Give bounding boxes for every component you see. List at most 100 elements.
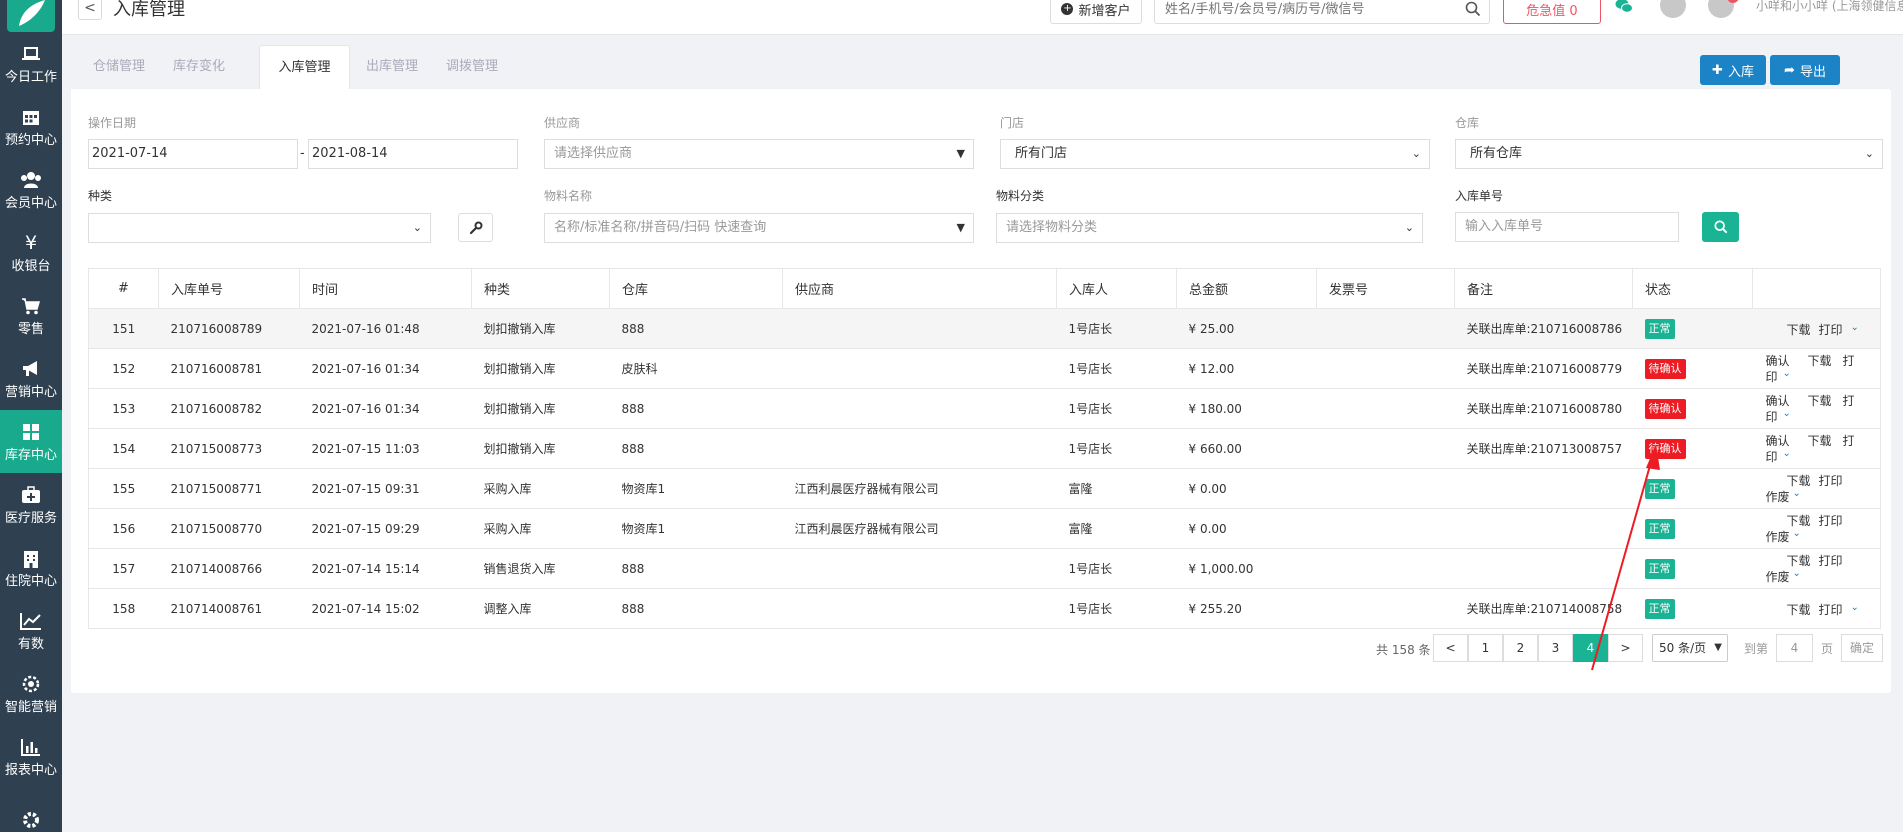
sidebar-item-users[interactable]: 会员中心 [0, 158, 62, 221]
col-kind: 种类 [471, 268, 610, 309]
print-link[interactable]: 打印 [1819, 512, 1843, 529]
goto-confirm-button[interactable]: 确定 [1841, 634, 1883, 662]
material-search[interactable]: 名称/标准名称/拼音码/扫码 快速查询 ▼ [544, 213, 974, 243]
store-select[interactable]: 所有门店 ⌄ [1000, 139, 1430, 169]
download-link[interactable]: 下载 [1787, 321, 1811, 338]
void-link[interactable]: 作废 [1766, 528, 1790, 545]
cell-index: 158 [88, 588, 159, 629]
page-2-button[interactable]: 2 [1503, 634, 1538, 662]
cell-time: 2021-07-16 01:34 [299, 388, 472, 429]
total-count: 共 158 条 [1376, 643, 1431, 657]
print-link[interactable]: 打印 [1819, 321, 1843, 338]
new-customer-button[interactable]: + 新增客户 [1050, 0, 1142, 24]
sidebar-item-yen[interactable]: ¥ 收银台 [0, 221, 62, 284]
chevron-down-icon[interactable]: ⌄ [1851, 602, 1859, 613]
global-search-input[interactable] [1155, 0, 1455, 23]
sidebar-item-bullhorn[interactable]: 营销中心 [0, 347, 62, 410]
category-select[interactable]: 请选择物料分类 ⌄ [996, 213, 1423, 243]
users-icon [20, 168, 42, 192]
print-link[interactable]: 打 [1843, 352, 1855, 369]
sidebar-item-rocket[interactable]: 智能营销 [0, 662, 62, 725]
print-link[interactable]: 打 [1843, 392, 1855, 409]
print-link[interactable]: 打印 [1819, 552, 1843, 569]
chevron-down-icon[interactable]: ⌄ [1783, 448, 1791, 459]
chevron-down-icon[interactable]: ⌄ [1783, 408, 1791, 419]
sidebar-item-settings[interactable] [0, 788, 62, 832]
chevron-down-icon[interactable]: ⌄ [1851, 322, 1859, 333]
supplier-select[interactable]: 请选择供应商 ▼ [544, 139, 974, 169]
search-icon[interactable] [1465, 1, 1481, 17]
date-from-input[interactable]: 2021-07-14 [88, 139, 298, 169]
chevron-down-icon[interactable]: ⌄ [1793, 568, 1801, 579]
cell-invoice [1316, 508, 1455, 549]
kind-select[interactable]: ⌄ [88, 213, 431, 243]
cell-kind: 划扣撤销入库 [471, 348, 610, 389]
confirm-link[interactable]: 确认 [1766, 392, 1790, 409]
void-link[interactable]: 作废 [1766, 488, 1790, 505]
print-link[interactable]: 打印 [1819, 472, 1843, 489]
yen-icon: ¥ [24, 232, 38, 254]
goto-page-input[interactable]: 4 [1776, 634, 1813, 662]
search-button[interactable] [1702, 212, 1739, 242]
download-link[interactable]: 下载 [1808, 392, 1832, 409]
per-page-select[interactable]: 50 条/页 ▼ [1652, 634, 1728, 662]
status-badge: 待确认 [1644, 358, 1686, 379]
print-link[interactable]: 打 [1843, 432, 1855, 449]
warehouse-select[interactable]: 所有仓库 ⌄ [1455, 139, 1883, 169]
sidebar-item-grid[interactable]: 库存中心 [0, 410, 62, 473]
cell-supplier [782, 588, 1057, 629]
inbound-table: # 入库单号 时间 种类 仓库 供应商 入库人 总金额 发票号 备注 状态 15… [88, 268, 1881, 629]
sidebar-item-hospital[interactable]: 住院中心 [0, 536, 62, 599]
cell-actions: 下载 打印 ⌄ [1752, 588, 1881, 629]
tab-inbound[interactable]: 入库管理 [259, 45, 350, 90]
chevron-down-icon: ⌄ [1404, 221, 1414, 234]
chevron-down-icon[interactable]: ⌄ [1793, 528, 1801, 539]
tab-stock-change[interactable]: 库存变化 [159, 45, 239, 90]
tab-storage[interactable]: 仓储管理 [79, 45, 159, 90]
download-link[interactable]: 下载 [1787, 472, 1811, 489]
order-no-input[interactable]: 输入入库单号 [1455, 212, 1679, 242]
download-link[interactable]: 下载 [1787, 601, 1811, 618]
team-avatar[interactable] [1660, 0, 1686, 18]
cell-status: 待确认 [1632, 388, 1753, 429]
confirm-link[interactable]: 确认 [1766, 432, 1790, 449]
export-button[interactable]: ➦ 导出 [1770, 55, 1840, 85]
sidebar-item-medkit[interactable]: 医疗服务 [0, 473, 62, 536]
next-page-button[interactable]: > [1608, 634, 1643, 662]
danger-value-button[interactable]: 危急值 0 [1503, 0, 1601, 24]
sidebar-item-laptop[interactable]: 今日工作 [0, 32, 62, 95]
user-name[interactable]: 小咩和小小咩 (上海领健信息(总部) ⌄ [1756, 0, 1903, 14]
wrench-button[interactable] [458, 213, 493, 242]
print-link-wrap[interactable]: 印 [1766, 448, 1778, 465]
inbound-button[interactable]: ✚ 入库 [1700, 55, 1766, 85]
page-1-button[interactable]: 1 [1468, 634, 1503, 662]
print-link-wrap[interactable]: 印 [1766, 368, 1778, 385]
void-link[interactable]: 作废 [1766, 568, 1790, 585]
download-link[interactable]: 下载 [1787, 552, 1811, 569]
sidebar-item-cart[interactable]: 零售 [0, 284, 62, 347]
sidebar-item-line-chart[interactable]: 有数 [0, 599, 62, 662]
tab-outbound[interactable]: 出库管理 [352, 45, 432, 90]
cell-time: 2021-07-15 09:31 [299, 468, 472, 509]
date-to-input[interactable]: 2021-08-14 [308, 139, 518, 169]
back-button[interactable]: < [78, 0, 102, 20]
print-link[interactable]: 打印 [1819, 601, 1843, 618]
page-3-button[interactable]: 3 [1538, 634, 1573, 662]
download-link[interactable]: 下载 [1787, 512, 1811, 529]
sidebar-item-label: 零售 [17, 322, 44, 337]
global-search[interactable] [1154, 0, 1490, 24]
cell-person: 1号店长 [1056, 428, 1177, 469]
cell-actions: 下载 打印 ⌄ [1752, 308, 1881, 349]
chevron-down-icon[interactable]: ⌄ [1793, 488, 1801, 499]
prev-page-button[interactable]: < [1433, 634, 1468, 662]
sidebar-item-bar-chart[interactable]: 报表中心 [0, 725, 62, 788]
download-link[interactable]: 下载 [1808, 352, 1832, 369]
download-link[interactable]: 下载 [1808, 432, 1832, 449]
confirm-link[interactable]: 确认 [1766, 352, 1790, 369]
print-link-wrap[interactable]: 印 [1766, 408, 1778, 425]
sidebar-item-calendar[interactable]: 预约中心 [0, 95, 62, 158]
wechat-icon[interactable] [1615, 0, 1633, 14]
chevron-down-icon[interactable]: ⌄ [1783, 368, 1791, 379]
page-4-button[interactable]: 4 [1573, 634, 1608, 662]
tab-transfer[interactable]: 调拨管理 [432, 45, 512, 90]
